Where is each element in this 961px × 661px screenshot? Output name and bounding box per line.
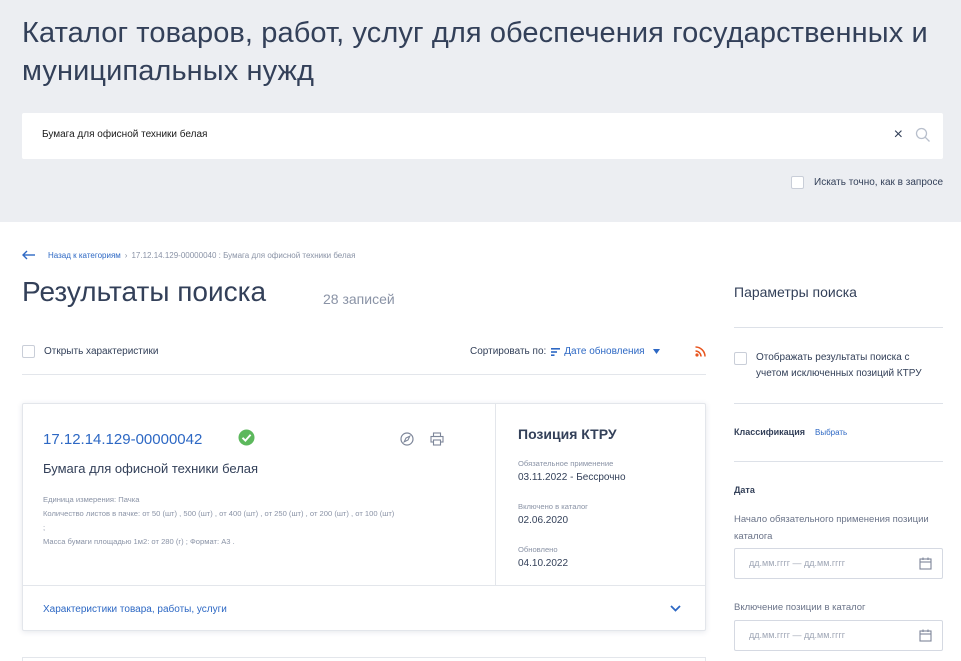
card-ktru-info: Позиция КТРУ Обязательное применение 03.… [518,404,707,585]
mandatory-value: 03.11.2022 - Бессрочно [518,472,626,483]
page-title: Каталог товаров, работ, услуг для обеспе… [22,17,928,87]
back-arrow-icon[interactable] [22,250,36,260]
card-detail-unit: Единица измерения: Пачка [43,495,140,504]
results-count: 28 записей [323,291,395,307]
divider [22,374,706,375]
calendar-icon[interactable] [919,629,932,642]
date-title: Дата [734,485,755,495]
breadcrumb: Назад к категориям › 17.12.14.129-000000… [22,250,355,260]
header: Каталог товаров, работ, услуг для обеспе… [0,0,961,222]
next-result-card [22,657,706,661]
calendar-icon[interactable] [919,557,932,570]
sidebar-title: Параметры поиска [734,284,857,300]
mandatory-start-label: Начало обязательного применения позиции … [734,514,929,542]
caret-down-icon[interactable] [652,349,660,354]
rss-icon[interactable] [695,346,706,357]
print-icon[interactable] [430,432,444,446]
result-card: 17.12.14.129-00000042 Бумага для офисной… [22,403,706,631]
sidebar-divider [734,327,943,328]
filter-sort-icon [551,347,561,356]
updated-value: 04.10.2022 [518,558,569,569]
sidebar-divider [734,403,943,404]
ktru-title: Позиция КТРУ [518,426,617,442]
open-characteristics-option[interactable]: Открыть характеристики [22,345,158,358]
card-detail-sheets: Количество листов в пачке: от 50 (шт) , … [43,509,395,518]
classification-label: Классификация [734,427,805,437]
sidebar-divider [734,461,943,462]
date-placeholder: дд.мм.гггг — дд.мм.гггг [749,630,846,640]
exact-search-label[interactable]: Искать точно, как в запросе [814,177,943,188]
back-to-categories-link[interactable]: Назад к категориям [48,251,121,260]
date-placeholder: дд.мм.гггг — дд.мм.гггг [749,558,846,568]
chevron-down-icon[interactable] [670,605,681,612]
breadcrumb-separator: › [124,250,128,260]
card-name: Бумага для офисной техники белая [43,461,259,476]
breadcrumb-current: 17.12.14.129-00000040 : Бумага для офисн… [131,250,356,260]
results-title: Результаты поиска [22,276,267,307]
open-characteristics-checkbox[interactable] [22,345,35,358]
sort-control[interactable]: Сортировать по: Дате обновления [470,346,660,357]
characteristics-label[interactable]: Характеристики товара, работы, услуги [43,604,227,615]
card-characteristics-toggle[interactable]: Характеристики товара, работы, услуги [23,585,705,631]
classification-row: Классификация Выбрать [734,427,847,437]
compass-icon[interactable] [400,432,414,446]
close-icon[interactable]: × [894,126,903,144]
inclusion-label: Включение позиции в каталог [734,602,866,613]
sort-value[interactable]: Дате обновления [564,346,644,357]
mandatory-label: Обязательное применение [518,459,614,468]
check-circle-icon [238,429,255,446]
exact-search-option[interactable]: Искать точно, как в запросе [791,176,943,189]
exact-search-checkbox[interactable] [791,176,804,189]
updated-label: Обновлено [518,545,558,554]
card-detail-separator: ; [43,523,46,532]
card-code-link[interactable]: 17.12.14.129-00000042 [43,431,202,448]
excluded-positions-checkbox[interactable] [734,352,747,365]
mandatory-date-range-input[interactable]: дд.мм.гггг — дд.мм.гггг [734,548,943,579]
excluded-positions-label[interactable]: Отображать результаты поиска с учетом ис… [756,350,943,382]
open-characteristics-label[interactable]: Открыть характеристики [44,346,158,357]
sort-prefix: Сортировать по: [470,346,547,357]
classification-select-link[interactable]: Выбрать [815,428,847,437]
search-icon[interactable] [915,127,931,143]
inclusion-date-range-input[interactable]: дд.мм.гггг — дд.мм.гггг [734,620,943,651]
card-details: Единица измерения: Пачка Количество лист… [43,493,483,549]
included-label: Включено в каталог [518,502,588,511]
card-detail-mass: Масса бумаги площадью 1м2: от 280 (г) ; … [43,537,235,546]
included-value: 02.06.2020 [518,515,569,526]
search-input[interactable]: Бумага для офисной техники белая [42,129,207,140]
search-box[interactable]: Бумага для офисной техники белая × [22,113,943,159]
excluded-positions-option[interactable]: Отображать результаты поиска с учетом ис… [734,350,943,382]
card-main: 17.12.14.129-00000042 Бумага для офисной… [23,404,496,585]
